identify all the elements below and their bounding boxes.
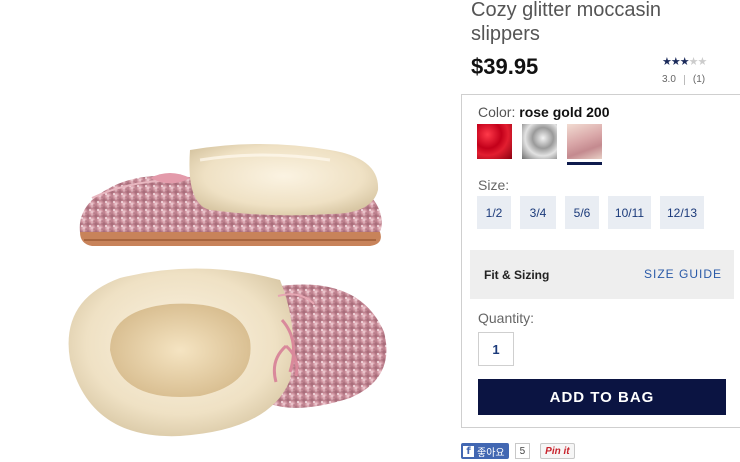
review-count[interactable]: (1) xyxy=(693,74,705,85)
slipper-side-view xyxy=(79,144,382,246)
swatch-red-glitter[interactable] xyxy=(477,124,512,159)
rating-score: 3.0 xyxy=(662,74,676,85)
divider xyxy=(683,74,685,85)
size-label: Size: xyxy=(478,177,510,193)
product-price: $39.95 xyxy=(471,54,539,79)
facebook-like-count: 5 xyxy=(514,443,531,459)
swatch-silver-glitter[interactable] xyxy=(522,124,557,159)
fit-sizing-label: Fit & Sizing xyxy=(484,268,550,282)
color-swatches xyxy=(477,124,612,165)
slipper-top-view xyxy=(68,268,387,437)
slippers-illustration xyxy=(68,144,387,437)
facebook-like-button[interactable]: f 좋아요 xyxy=(461,443,509,459)
quantity-label: Quantity: xyxy=(478,310,535,326)
quantity-input[interactable]: 1 xyxy=(478,332,514,366)
selected-color: rose gold 200 xyxy=(519,104,610,120)
star-icon: ★ xyxy=(670,56,681,68)
star-empty-icon: ★ xyxy=(697,56,708,68)
swatch-rose-gold[interactable] xyxy=(567,124,602,165)
star-rating: ★★★★★ xyxy=(662,56,732,68)
color-label-prefix: Color: xyxy=(478,104,516,120)
rating-widget[interactable]: ★★★★★ 3.0 (1) xyxy=(662,56,732,85)
star-icon: ★ xyxy=(679,56,690,68)
size-option-3-4[interactable]: 3/4 xyxy=(520,196,556,229)
fit-sizing-bar: Fit & Sizing SIZE GUIDE xyxy=(470,250,734,299)
social-share: f 좋아요 5 Pin it xyxy=(461,443,575,459)
facebook-like-label: 좋아요 xyxy=(477,447,505,459)
product-image[interactable] xyxy=(0,0,460,462)
size-guide-link[interactable]: SIZE GUIDE xyxy=(644,267,722,281)
purchase-panel: Color: rose gold 200 Size: 1/2 3/4 5/6 1… xyxy=(461,94,740,428)
size-option-10-11[interactable]: 10/11 xyxy=(608,196,651,229)
pinterest-button[interactable]: Pin it xyxy=(540,443,575,459)
product-title: Cozy glitter moccasin slippers xyxy=(471,0,662,45)
facebook-icon: f xyxy=(463,445,474,457)
star-empty-icon: ★ xyxy=(688,56,699,68)
add-to-bag-button[interactable]: ADD TO BAG xyxy=(478,379,726,415)
color-label: Color: rose gold 200 xyxy=(478,104,610,120)
size-option-1-2[interactable]: 1/2 xyxy=(477,196,511,229)
star-icon: ★ xyxy=(662,56,672,68)
size-option-5-6[interactable]: 5/6 xyxy=(565,196,599,229)
size-option-12-13[interactable]: 12/13 xyxy=(660,196,704,229)
size-options: 1/2 3/4 5/6 10/11 12/13 xyxy=(477,196,713,229)
